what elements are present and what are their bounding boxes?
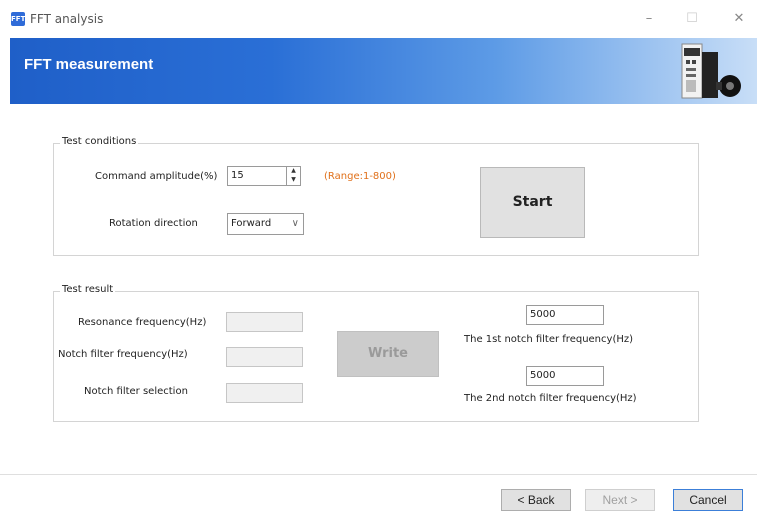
spin-up-icon[interactable]: ▲ xyxy=(287,166,300,175)
close-button[interactable]: ✕ xyxy=(727,10,751,28)
resonance-frequency-label: Resonance frequency(Hz) xyxy=(78,317,207,328)
command-amplitude-value: 15 xyxy=(231,170,244,181)
start-button[interactable]: Start xyxy=(480,167,585,238)
test-conditions-group: Test conditions Command amplitude(%) 15 … xyxy=(53,136,699,256)
notch1-frequency-field[interactable]: 5000 xyxy=(526,305,604,325)
resonance-frequency-field[interactable] xyxy=(226,312,303,332)
app-icon: FFT xyxy=(11,12,25,26)
command-amplitude-label: Command amplitude(%) xyxy=(95,171,218,182)
page-title: FFT measurement xyxy=(24,56,154,73)
range-hint: (Range:1-800) xyxy=(324,171,396,182)
test-result-group: Test result Resonance frequency(Hz) Notc… xyxy=(53,284,699,422)
maximize-button[interactable]: ☐ xyxy=(680,10,704,28)
header-banner: FFT measurement xyxy=(10,38,757,104)
notch-filter-selection-field[interactable] xyxy=(226,383,303,403)
servo-drive-image xyxy=(681,43,741,99)
rotation-direction-value: Forward xyxy=(231,218,272,229)
window-titlebar: FFT FFT analysis – ☐ ✕ xyxy=(0,0,757,38)
chevron-down-icon: ∨ xyxy=(291,218,299,229)
spin-down-icon[interactable]: ▼ xyxy=(287,175,300,184)
rotation-direction-select[interactable]: Forward ∨ xyxy=(227,213,304,235)
next-button[interactable]: Next > xyxy=(585,489,655,511)
cancel-button[interactable]: Cancel xyxy=(673,489,743,511)
notch-filter-frequency-field[interactable] xyxy=(226,347,303,367)
notch-filter-frequency-label: Notch filter frequency(Hz) xyxy=(58,349,188,360)
command-amplitude-spinbox[interactable]: 15 ▲ ▼ xyxy=(227,166,301,186)
notch-filter-selection-label: Notch filter selection xyxy=(84,386,188,397)
window-title: FFT analysis xyxy=(30,12,104,26)
minimize-button[interactable]: – xyxy=(637,10,661,28)
write-button[interactable]: Write xyxy=(337,331,439,377)
spin-buttons[interactable]: ▲ ▼ xyxy=(286,166,300,186)
notch2-frequency-field[interactable]: 5000 xyxy=(526,366,604,386)
footer-divider xyxy=(0,474,757,475)
back-button[interactable]: < Back xyxy=(501,489,571,511)
rotation-direction-label: Rotation direction xyxy=(109,218,198,229)
test-conditions-caption: Test conditions xyxy=(60,136,139,147)
notch2-caption: The 2nd notch filter frequency(Hz) xyxy=(464,393,637,404)
notch1-caption: The 1st notch filter frequency(Hz) xyxy=(464,334,634,345)
test-result-caption: Test result xyxy=(60,284,116,295)
